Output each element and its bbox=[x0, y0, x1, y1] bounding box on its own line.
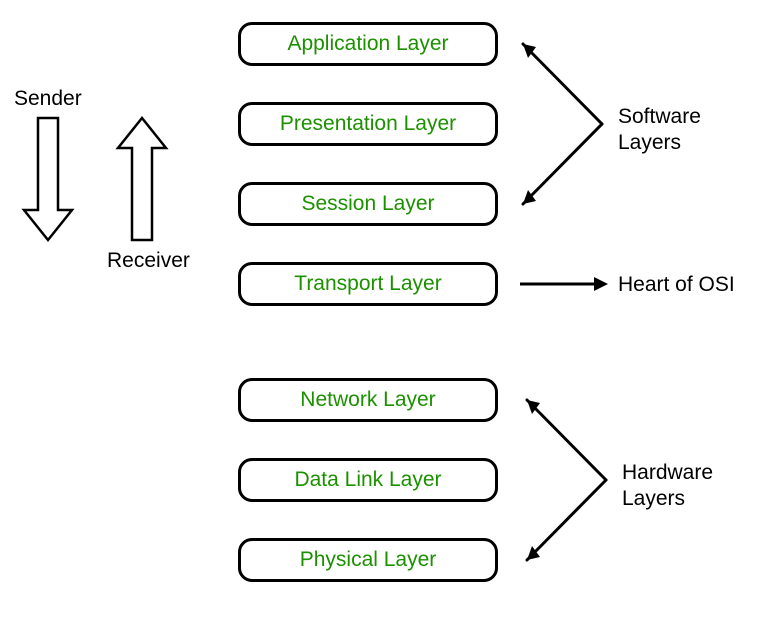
layer-label: Network Layer bbox=[300, 388, 435, 412]
layer-label: Physical Layer bbox=[300, 548, 437, 572]
layer-physical: Physical Layer bbox=[238, 538, 498, 582]
hardware-bracket-icon bbox=[527, 400, 606, 560]
receiver-arrow-icon bbox=[118, 118, 166, 240]
heart-arrow-icon bbox=[520, 277, 608, 291]
layer-session: Session Layer bbox=[238, 182, 498, 226]
label-software: Software Layers bbox=[618, 104, 701, 157]
sender-arrow-icon bbox=[24, 118, 72, 240]
layer-presentation: Presentation Layer bbox=[238, 102, 498, 146]
layer-application: Application Layer bbox=[238, 22, 498, 66]
software-bracket-icon bbox=[523, 44, 602, 204]
layer-datalink: Data Link Layer bbox=[238, 458, 498, 502]
label-heart: Heart of OSI bbox=[618, 272, 735, 298]
layer-label: Data Link Layer bbox=[294, 468, 441, 492]
layer-label: Presentation Layer bbox=[280, 112, 456, 136]
layer-label: Application Layer bbox=[287, 32, 448, 56]
layer-transport: Transport Layer bbox=[238, 262, 498, 306]
label-receiver: Receiver bbox=[107, 248, 190, 274]
osi-diagram: Application Layer Presentation Layer Ses… bbox=[0, 0, 781, 638]
label-sender: Sender bbox=[14, 86, 82, 112]
label-hardware: Hardware Layers bbox=[622, 460, 713, 513]
layer-label: Session Layer bbox=[301, 192, 434, 216]
layer-network: Network Layer bbox=[238, 378, 498, 422]
layer-label: Transport Layer bbox=[294, 272, 441, 296]
